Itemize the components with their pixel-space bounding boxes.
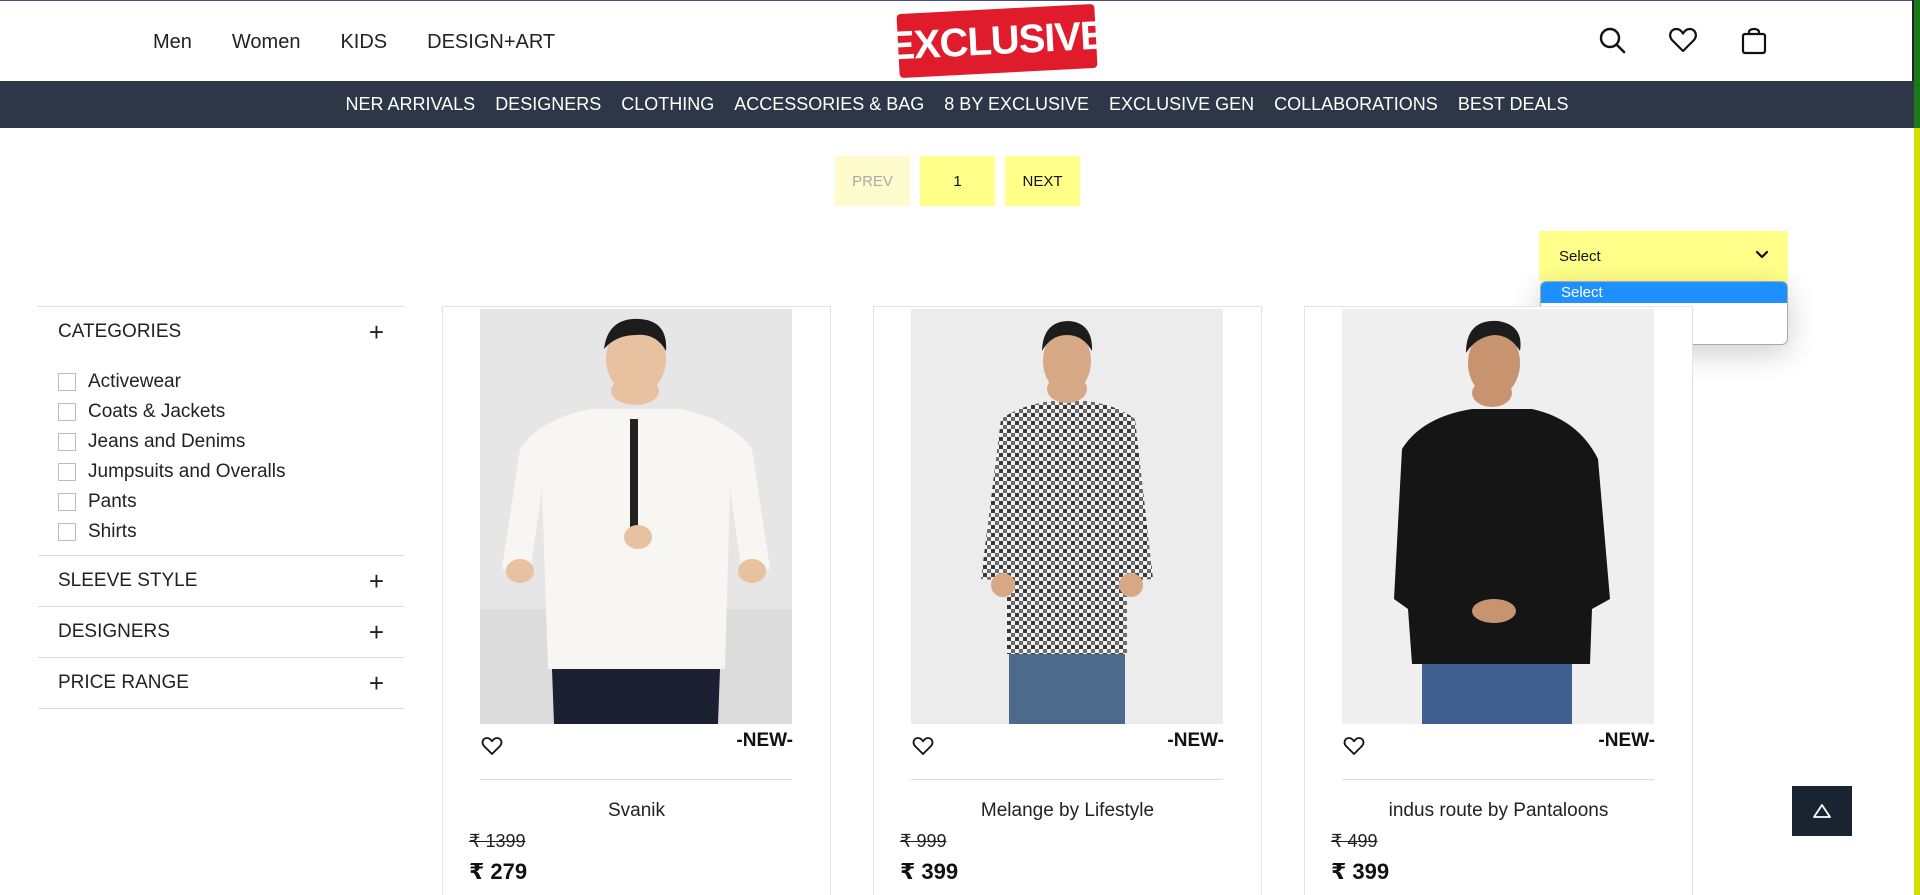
plus-icon[interactable]: + [369,317,384,348]
wishlist-heart-icon[interactable] [911,734,935,758]
checkbox-label: Coats & Jackets [88,401,226,422]
divider [1342,779,1654,780]
wishlist-heart-icon[interactable] [480,734,504,758]
triangle-up-icon [1813,804,1831,818]
original-price: ₹ 499 [1331,831,1378,851]
category-activewear[interactable]: Activewear [58,367,384,397]
site-logo[interactable]: EXCLUSIVE [887,3,1107,79]
original-price: ₹ 1399 [469,831,526,851]
checkbox-label: Shirts [88,521,137,542]
subnav-best-deals[interactable]: BEST DEALS [1458,94,1569,115]
prev-page-button[interactable]: PREV [835,156,910,206]
subnav-new-arrivals[interactable]: NER ARRIVALS [345,94,475,115]
checkbox[interactable] [58,523,76,541]
filter-price-range: PRICE RANGE + [38,657,404,709]
pagination: PREV 1 NEXT [835,156,1080,206]
filter-title: SLEEVE STYLE [58,570,198,591]
chevron-down-icon [1755,250,1769,259]
top-header: Men Women KIDS DESIGN+ART EXCLUSIVE [0,0,1914,81]
filter-title: CATEGORIES [58,321,182,342]
subnav-exclusive-gen[interactable]: EXCLUSIVE GEN [1109,94,1254,115]
new-badge: -NEW- [1167,730,1224,751]
heart-icon[interactable] [1668,25,1698,55]
filter-title: DESIGNERS [58,621,170,642]
category-jeans-denims[interactable]: Jeans and Denims [58,427,384,457]
product-card[interactable]: -NEW- indus route by Pantaloons ₹ 499 ₹ … [1304,306,1693,895]
back-to-top-button[interactable] [1792,786,1852,836]
plus-icon[interactable]: + [369,617,384,648]
nav-women[interactable]: Women [232,31,301,54]
bag-icon[interactable] [1739,25,1769,55]
sort-option-select[interactable]: Select [1541,282,1787,303]
filter-categories-header[interactable]: CATEGORIES + [38,307,404,357]
checkbox[interactable] [58,373,76,391]
divider [911,779,1223,780]
new-badge: -NEW- [736,730,793,751]
category-pants[interactable]: Pants [58,487,384,517]
product-name[interactable]: indus route by Pantaloons [1305,800,1692,822]
product-image[interactable] [1342,309,1654,724]
product-card[interactable]: -NEW- Melange by Lifestyle ₹ 999 ₹ 399 [873,306,1262,895]
original-price: ₹ 999 [900,831,947,851]
category-coats-jackets[interactable]: Coats & Jackets [58,397,384,427]
plus-icon[interactable]: + [369,668,384,699]
category-shirts[interactable]: Shirts [58,517,384,547]
checkbox[interactable] [58,433,76,451]
sort-selected-value: Select [1559,247,1601,265]
checkbox[interactable] [58,463,76,481]
sale-price: ₹ 279 [469,859,528,884]
filter-sidebar: CATEGORIES + Activewear Coats & Jackets … [38,306,404,709]
filter-title: PRICE RANGE [58,672,189,693]
subnav-accessories[interactable]: ACCESSORIES & BAG [734,94,924,115]
edge-stripe [1914,0,1920,128]
filter-sleeve-header[interactable]: SLEEVE STYLE + [38,556,404,606]
sort-select[interactable]: Select [1539,231,1788,281]
edge-stripe [1914,128,1920,895]
plus-icon[interactable]: + [369,566,384,597]
subnav-clothing[interactable]: CLOTHING [621,94,714,115]
filter-sleeve-style: SLEEVE STYLE + [38,555,404,606]
product-name[interactable]: Svanik [443,800,830,822]
subnav-collaborations[interactable]: COLLABORATIONS [1274,94,1438,115]
nav-men[interactable]: Men [153,31,192,54]
nav-kids[interactable]: KIDS [340,31,387,54]
filter-designers: DESIGNERS + [38,606,404,657]
subnav-8-by-exclusive[interactable]: 8 BY EXCLUSIVE [944,94,1089,115]
checkbox-label: Jeans and Denims [88,431,246,452]
nav-design-art[interactable]: DESIGN+ART [427,31,555,54]
product-image[interactable] [911,309,1223,724]
page-number-button[interactable]: 1 [920,156,995,206]
filter-categories: CATEGORIES + Activewear Coats & Jackets … [38,306,404,555]
product-name[interactable]: Melange by Lifestyle [874,800,1261,822]
product-card[interactable]: -NEW- Svanik ₹ 1399 ₹ 279 [442,306,831,895]
divider [480,779,792,780]
checkbox-label: Jumpsuits and Overalls [88,461,286,482]
next-page-button[interactable]: NEXT [1005,156,1080,206]
checkbox[interactable] [58,493,76,511]
category-checkbox-list: Activewear Coats & Jackets Jeans and Den… [38,357,404,555]
product-image[interactable] [480,309,792,724]
category-nav: NER ARRIVALS DESIGNERS CLOTHING ACCESSOR… [0,81,1914,128]
filter-price-header[interactable]: PRICE RANGE + [38,658,404,708]
sale-price: ₹ 399 [900,859,959,884]
category-jumpsuits[interactable]: Jumpsuits and Overalls [58,457,384,487]
checkbox-label: Activewear [88,371,181,392]
checkbox-label: Pants [88,491,137,512]
sale-price: ₹ 399 [1331,859,1390,884]
wishlist-heart-icon[interactable] [1342,734,1366,758]
search-icon[interactable] [1597,25,1627,55]
filter-designers-header[interactable]: DESIGNERS + [38,607,404,657]
new-badge: -NEW- [1598,730,1655,751]
main-nav: Men Women KIDS DESIGN+ART [153,31,555,54]
subnav-designers[interactable]: DESIGNERS [495,94,601,115]
checkbox[interactable] [58,403,76,421]
